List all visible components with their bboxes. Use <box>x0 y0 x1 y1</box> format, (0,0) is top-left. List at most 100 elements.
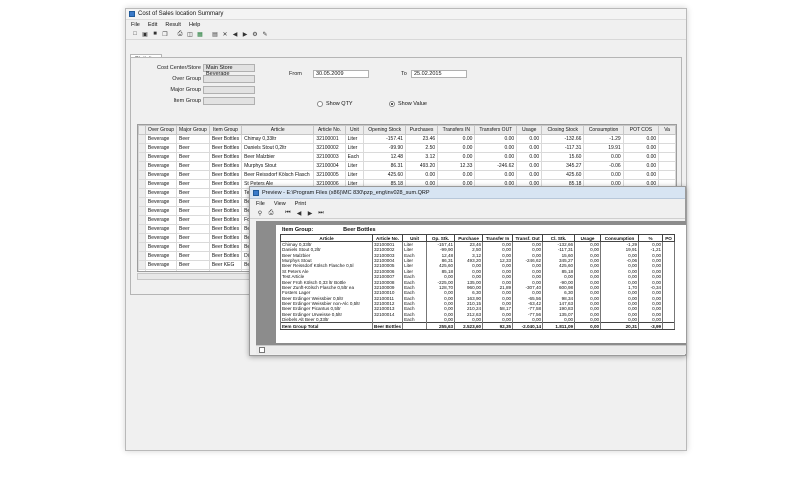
grid-cell: -246.62 <box>474 161 518 171</box>
table-row[interactable]: Beverage Beer Beer Bottles Beer Malzbier 321… <box>138 152 676 162</box>
grid-column-header[interactable]: Consumption <box>583 125 624 135</box>
grid-cell: Chimay 0,33ltr <box>241 134 315 144</box>
show-value-radio-dot[interactable] <box>389 101 395 107</box>
grid-cell: Murphys Stout <box>241 161 315 171</box>
grid-cell: 0.00 <box>437 152 476 162</box>
preview-menu-view[interactable]: View <box>274 201 286 207</box>
report-body: Chimay 0,33ltr 32100001 Liter -157,41 23,46 0… <box>280 241 676 331</box>
report-column-header: Unit <box>402 234 428 242</box>
row-header-cell[interactable] <box>138 188 146 198</box>
grid-cell: Beer Bottles <box>208 215 243 225</box>
cut-icon[interactable]: ✕ <box>221 30 229 38</box>
row-header-cell[interactable] <box>138 170 146 180</box>
cost-center-field[interactable]: Main Store Beverage <box>203 64 255 77</box>
zoom-icon[interactable]: ⚲ <box>256 209 264 217</box>
last-page-icon[interactable]: ⏭ <box>317 209 325 217</box>
row-header-cell[interactable] <box>138 161 146 171</box>
first-page-icon[interactable]: ⏮ <box>284 209 292 217</box>
show-qty-radio-dot[interactable] <box>317 101 323 107</box>
preview-menu-file[interactable]: File <box>256 201 265 207</box>
back-icon[interactable]: ◀ <box>231 30 239 38</box>
table-row[interactable]: Beverage Beer Beer Bottles Murphys Stout 321… <box>138 161 676 171</box>
grid-column-header[interactable]: Unit <box>344 125 365 135</box>
to-date-field[interactable]: 25.02.2015 <box>411 70 467 78</box>
row-header-cell[interactable] <box>138 197 146 207</box>
major-group-field[interactable] <box>203 86 255 94</box>
grid-cell: -157.41 <box>363 134 407 144</box>
grid-column-header[interactable]: Over Group <box>144 125 178 135</box>
table-row[interactable]: Beverage Beer Beer Bottles Daniels Stout 0,… <box>138 143 676 153</box>
row-header-cell[interactable] <box>138 233 146 243</box>
grid-cell: Beverage <box>144 179 178 189</box>
grid-cell: Beer <box>176 242 210 252</box>
page-indicator-icon[interactable] <box>259 347 265 353</box>
grid-cell: Beer Bottles <box>208 161 243 171</box>
preview-menu-print[interactable]: Print <box>295 201 306 207</box>
table-row[interactable]: Beverage Beer Beer Bottles Beer Reissdorf K… <box>138 170 676 180</box>
grid-cell: Beer <box>176 215 210 225</box>
grid-column-header[interactable]: Article <box>241 125 315 135</box>
forward-icon[interactable]: ▶ <box>241 30 249 38</box>
main-titlebar[interactable]: Cost of Sales location Summary <box>126 9 686 20</box>
grid-column-header[interactable]: Usage <box>516 125 543 135</box>
grid-cell: Beer <box>176 161 210 171</box>
grid-cell: Beverage <box>144 161 178 171</box>
item-group-label: Item Group <box>173 98 201 104</box>
over-group-label: Over Group <box>172 76 201 82</box>
row-header-cell[interactable] <box>138 215 146 225</box>
grid-column-header[interactable]: Article No. <box>313 125 346 135</box>
grid-cell: Beer Bottles <box>208 224 243 234</box>
grid-cell: Beverage <box>144 224 178 234</box>
menu-result[interactable]: Result <box>165 22 181 28</box>
print-icon[interactable]: ⎙ <box>176 30 184 38</box>
table-row[interactable]: Beverage Beer Beer Bottles Chimay 0,33ltr 32… <box>138 134 676 144</box>
row-header-cell[interactable] <box>138 179 146 189</box>
grid-cell: Beer Malzbier <box>241 152 315 162</box>
preview-viewport[interactable]: Item Group: Beer Bottles Article Article … <box>256 221 686 345</box>
grid-column-header[interactable]: Transfers OUT <box>474 125 518 135</box>
grid-column-header[interactable]: Va <box>658 125 676 135</box>
copy-icon[interactable]: ❐ <box>161 30 169 38</box>
preview-toolbar: ⚲ ⎙ ⏮ ◀ ▶ ⏭ <box>250 208 685 219</box>
grid-column-header[interactable]: Major Group <box>176 125 210 135</box>
row-header-cell[interactable] <box>138 143 146 153</box>
excel-icon[interactable]: ▦ <box>196 30 204 38</box>
chart-icon[interactable]: ▤ <box>211 30 219 38</box>
grid-column-header[interactable]: Item Group <box>208 125 243 135</box>
grid-column-header[interactable]: POT COS <box>622 125 660 135</box>
item-group-field[interactable] <box>203 97 255 105</box>
print-preview-icon[interactable]: ◫ <box>186 30 194 38</box>
preview-print-icon[interactable]: ⎙ <box>267 209 275 217</box>
grid-cell: 32100001 <box>313 134 346 144</box>
show-value-radio[interactable]: Show Value <box>389 101 427 107</box>
open-icon[interactable]: ▣ <box>141 30 149 38</box>
preview-titlebar[interactable]: Preview - E:\Program Files (x86)\MC 830\… <box>250 187 685 199</box>
settings-icon[interactable]: ⚙ <box>251 30 259 38</box>
grid-cell: Beer <box>176 152 210 162</box>
prev-page-icon[interactable]: ◀ <box>295 209 303 217</box>
row-header-cell[interactable] <box>138 251 146 261</box>
row-header-cell[interactable] <box>138 206 146 216</box>
row-header-cell[interactable] <box>138 242 146 252</box>
row-header-cell[interactable] <box>138 260 146 270</box>
row-header-cell[interactable] <box>138 152 146 162</box>
next-page-icon[interactable]: ▶ <box>306 209 314 217</box>
menu-edit[interactable]: Edit <box>148 22 157 28</box>
from-date-field[interactable]: 30.05.2009 <box>313 70 369 78</box>
grid-column-header[interactable]: Transfers IN <box>437 125 476 135</box>
menu-help[interactable]: Help <box>189 22 200 28</box>
over-group-field[interactable] <box>203 75 255 83</box>
row-header-cell[interactable] <box>138 134 146 144</box>
grid-column-header[interactable]: Opening Stock <box>363 125 407 135</box>
save-icon[interactable]: ■ <box>151 30 159 38</box>
grid-cell: 3.12 <box>405 152 439 162</box>
grid-cell: Beer Bottles <box>208 143 243 153</box>
show-qty-radio[interactable]: Show QTY <box>317 101 353 107</box>
row-header-cell[interactable] <box>138 224 146 234</box>
menu-file[interactable]: File <box>131 22 140 28</box>
pen-icon[interactable]: ✎ <box>261 30 269 38</box>
grid-column-header[interactable]: Closing Stock <box>541 125 585 135</box>
grid-cell: Each <box>344 152 365 162</box>
new-icon[interactable]: □ <box>131 30 139 38</box>
grid-column-header[interactable]: Purchases <box>405 125 439 135</box>
